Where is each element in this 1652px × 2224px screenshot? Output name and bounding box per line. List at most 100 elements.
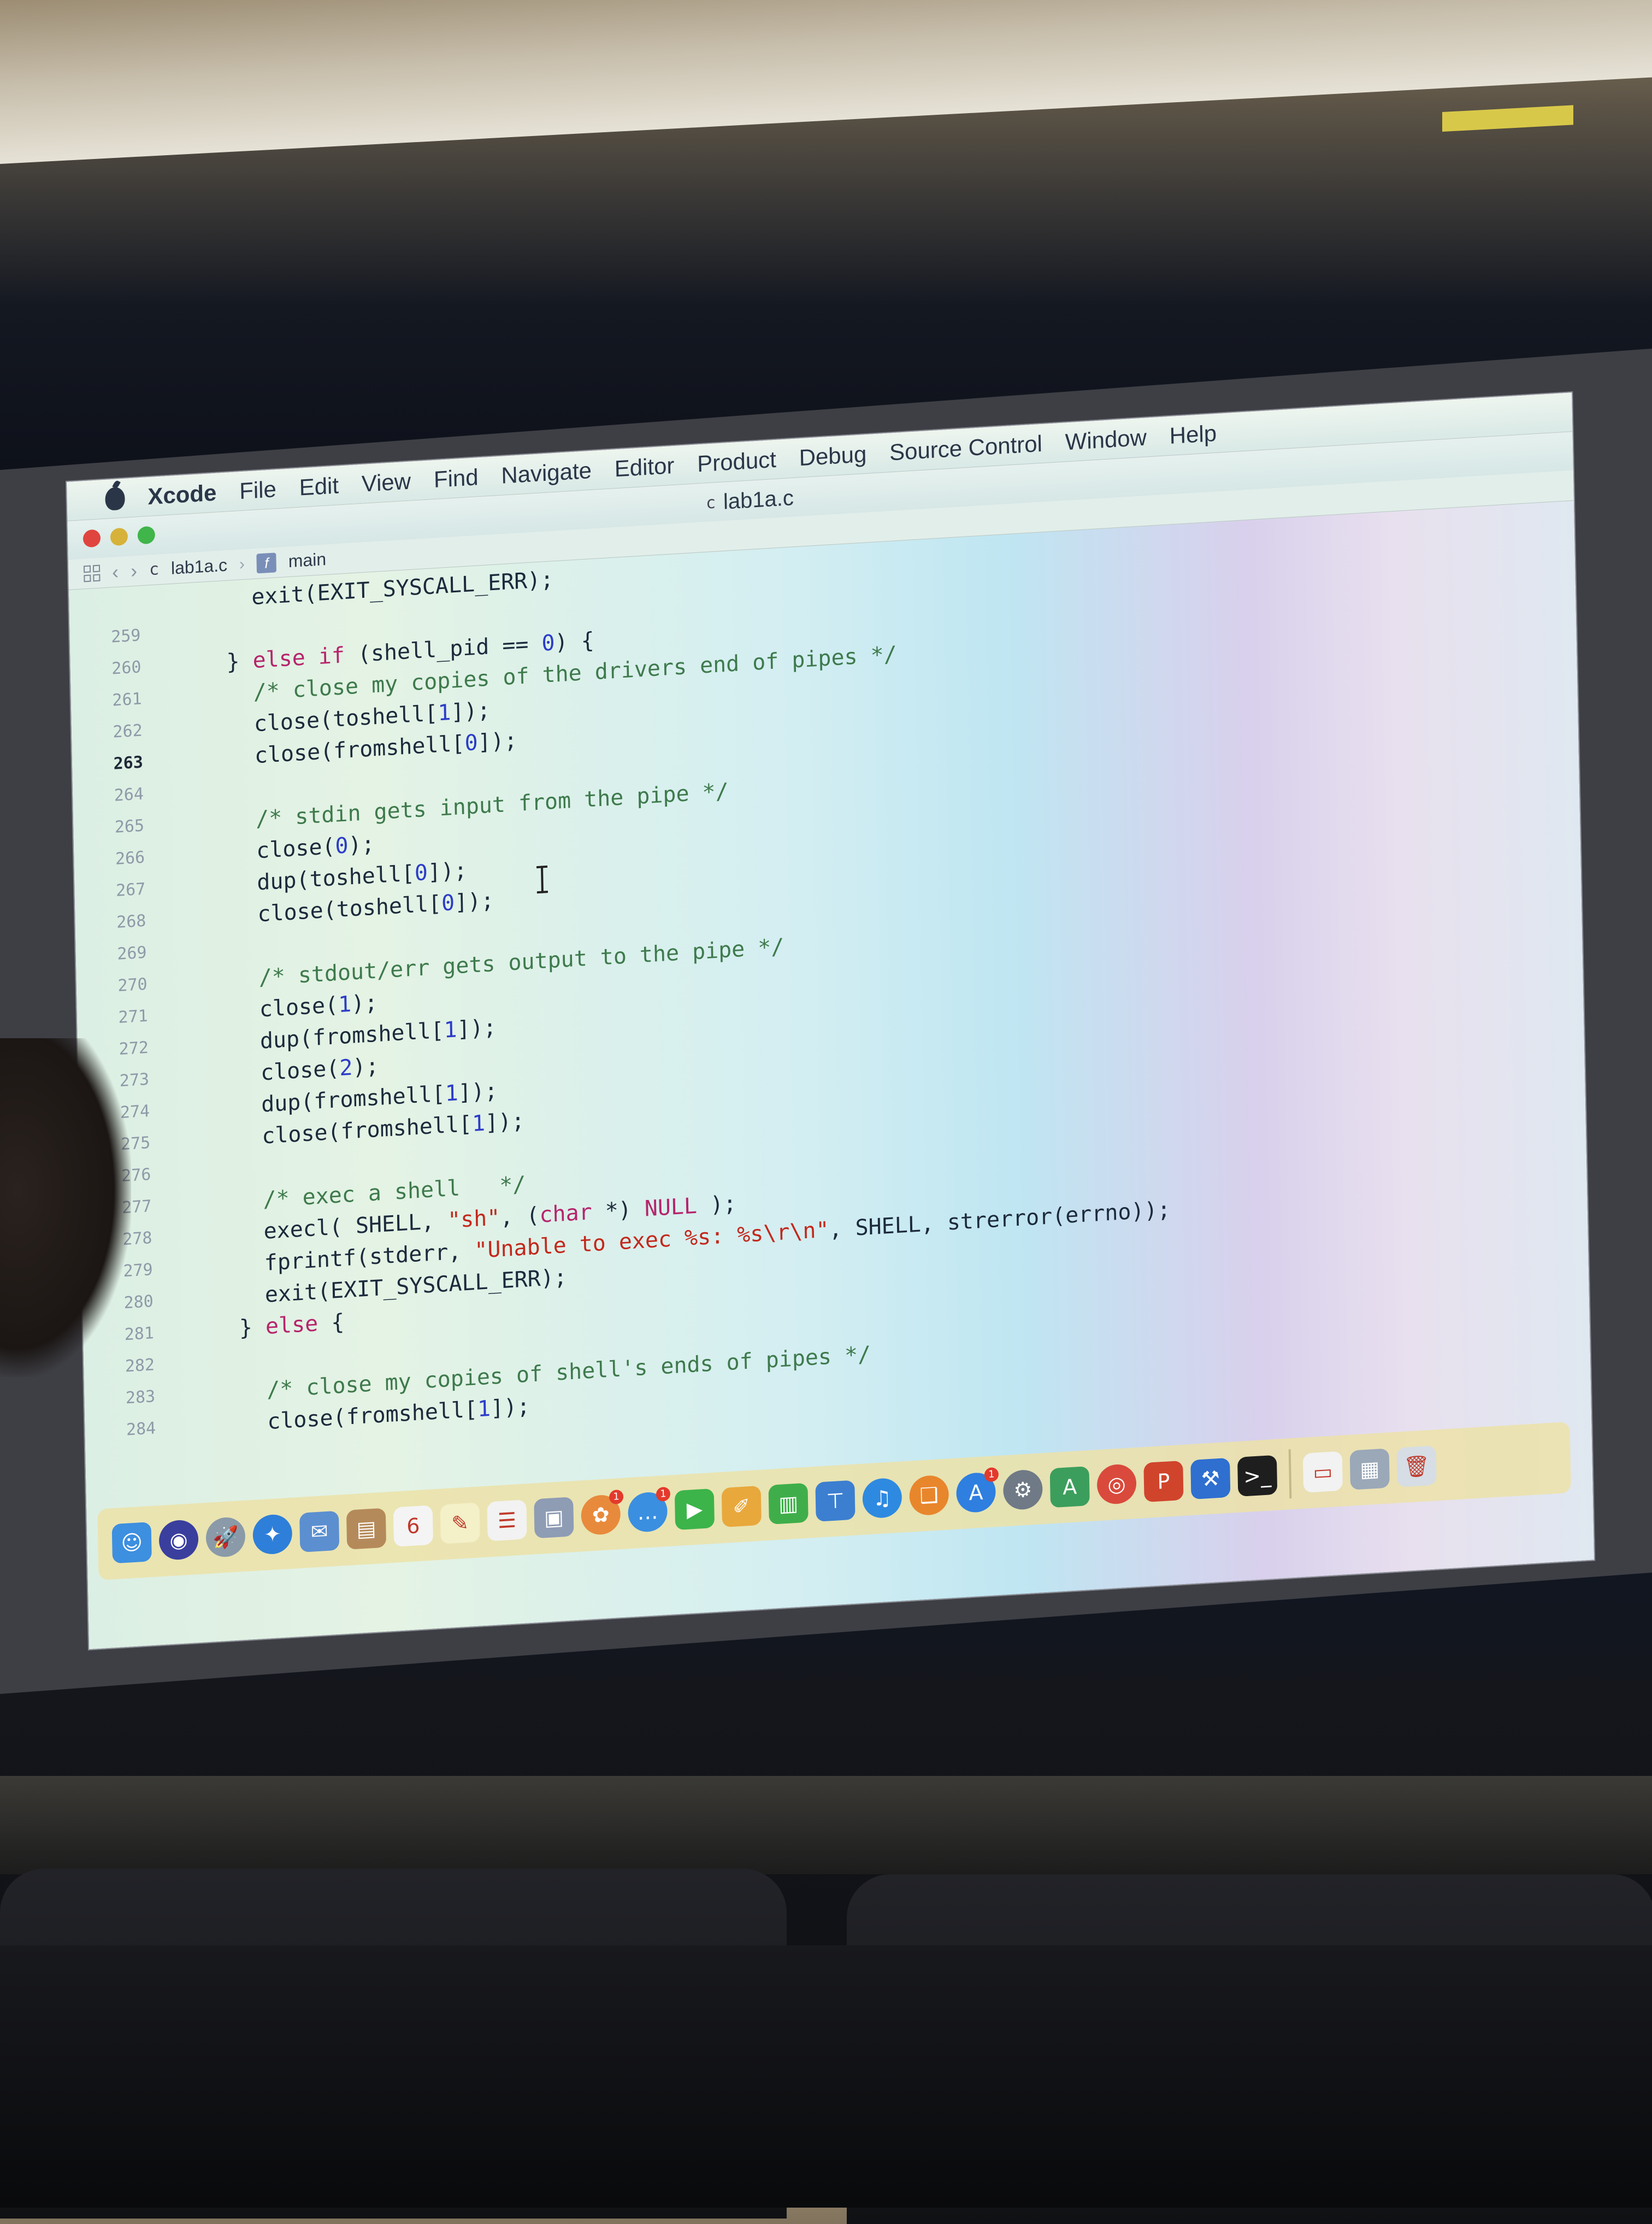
menu-app-name[interactable]: Xcode <box>148 479 217 510</box>
code-token: 1 <box>444 1017 458 1043</box>
facetime-icon[interactable]: ▶ <box>674 1488 715 1531</box>
apple-menu-icon[interactable] <box>105 486 125 511</box>
calendar-icon[interactable]: 6 <box>393 1505 433 1547</box>
dock-glyph: ✿ <box>592 1502 610 1528</box>
photos-icon[interactable]: ✿ 1 <box>581 1489 624 1536</box>
minimize-window-button[interactable] <box>110 527 128 546</box>
code-token: 2 <box>339 1055 353 1081</box>
dock-glyph: ✉ <box>310 1519 328 1544</box>
menu-navigate[interactable]: Navigate <box>501 457 592 489</box>
downloads-folder-icon[interactable]: ▦ <box>1349 1448 1390 1490</box>
safari-icon[interactable]: ✦ <box>252 1513 293 1556</box>
line-number: 261 <box>112 689 142 710</box>
line-number: 265 <box>114 816 145 837</box>
line-number: 269 <box>117 943 147 964</box>
function-symbol-icon: f <box>256 552 277 574</box>
code-token: ); <box>697 1191 737 1219</box>
menu-find[interactable]: Find <box>433 464 478 493</box>
c-file-icon: c <box>705 493 716 513</box>
notes-icon[interactable]: ✎ <box>440 1502 480 1544</box>
pages-icon[interactable]: ✐ <box>721 1485 762 1528</box>
code-token: ]); <box>485 1108 525 1136</box>
launchpad-icon[interactable]: 🚀 <box>205 1516 246 1558</box>
line-number: 260 <box>111 657 141 679</box>
line-number: 270 <box>117 974 148 996</box>
finder-icon[interactable]: ☺ <box>111 1522 152 1564</box>
dock-glyph: 🚀 <box>212 1524 239 1550</box>
menu-source-control[interactable]: Source Control <box>889 430 1043 466</box>
menu-view[interactable]: View <box>361 468 411 497</box>
person-head <box>0 1038 131 1377</box>
powerpoint-icon[interactable]: P <box>1143 1460 1184 1503</box>
code-token: 0 <box>464 730 479 756</box>
front-seat-row <box>0 1945 1652 2208</box>
code-token: ]); <box>450 697 491 725</box>
code-token: ]); <box>458 1078 498 1106</box>
keynote-icon[interactable]: ⊤ <box>815 1480 856 1522</box>
code-token: "sh" <box>447 1205 500 1233</box>
dock-glyph: ☰ <box>497 1508 517 1533</box>
code-token: ); <box>352 1053 379 1080</box>
preview-icon[interactable]: ▣ <box>534 1497 574 1539</box>
notification-badge: 1 <box>609 1489 624 1505</box>
code-token: ); <box>351 990 378 1017</box>
dock-glyph: ♫ <box>872 1485 892 1511</box>
projected-screen: Xcode File Edit View Find Navigate Edito… <box>66 391 1596 1651</box>
dock-glyph: ▭ <box>1313 1459 1333 1485</box>
terminal-icon[interactable]: >_ <box>1237 1455 1278 1497</box>
dock-glyph: ▦ <box>1359 1456 1380 1482</box>
app-store-icon[interactable]: A1 <box>955 1467 999 1514</box>
xcode-icon[interactable]: ⚒ <box>1190 1457 1231 1500</box>
code-token: 1 <box>437 699 451 726</box>
ibooks-icon[interactable]: ❑ <box>909 1474 949 1516</box>
line-number: 271 <box>118 1006 149 1028</box>
chrome-icon[interactable]: ◎ <box>1096 1463 1137 1505</box>
back-arrow-icon[interactable]: ‹ <box>112 560 119 584</box>
dock-glyph: 6 <box>406 1513 420 1539</box>
menu-product[interactable]: Product <box>697 446 776 477</box>
mail-icon[interactable]: ✉ <box>299 1510 340 1552</box>
dock-glyph: ▤ <box>356 1516 376 1541</box>
menu-editor[interactable]: Editor <box>614 452 674 482</box>
notification-badge: 1 <box>984 1467 999 1482</box>
itunes-icon[interactable]: ♫ <box>862 1477 902 1519</box>
messages-icon[interactable]: … 1 <box>627 1486 671 1533</box>
dock-glyph: >_ <box>1243 1463 1272 1489</box>
code-token: else <box>265 1311 318 1340</box>
dock-glyph: ◉ <box>169 1527 188 1553</box>
trash-icon[interactable]: 🗑 <box>1396 1445 1437 1487</box>
related-items-grid-icon[interactable] <box>83 564 101 582</box>
code-token: 0 <box>541 630 555 656</box>
numbers-icon[interactable]: ▥ <box>768 1482 809 1525</box>
breadcrumb-separator-icon: › <box>239 555 245 573</box>
dock-glyph: ✐ <box>732 1493 751 1519</box>
reminders-icon[interactable]: ☰ <box>487 1499 527 1541</box>
close-window-button[interactable] <box>82 529 101 548</box>
ceiling <box>0 0 1652 164</box>
siri-icon[interactable]: ◉ <box>158 1519 199 1561</box>
line-number: 266 <box>115 848 145 869</box>
menu-edit[interactable]: Edit <box>299 472 339 501</box>
system-preferences-icon[interactable]: ⚙ <box>1002 1469 1043 1511</box>
dock-glyph: … <box>637 1499 658 1525</box>
code-token: ); <box>348 831 375 858</box>
code-token: } <box>186 1314 266 1344</box>
menu-debug[interactable]: Debug <box>799 440 866 470</box>
breadcrumb-file[interactable]: lab1a.c <box>171 555 228 579</box>
breadcrumb-symbol[interactable]: main <box>288 549 326 572</box>
contacts-icon[interactable]: ▤ <box>346 1508 387 1550</box>
line-number: 268 <box>116 911 146 932</box>
zoom-window-button[interactable] <box>137 526 156 545</box>
dock-glyph: ▣ <box>544 1505 564 1531</box>
code-token: 1 <box>338 991 352 1018</box>
document-icon[interactable]: ▭ <box>1302 1451 1343 1493</box>
code-editor[interactable]: exit(EXIT_SYSCALL_ERR); 259 260 } else if … <box>69 501 1591 1498</box>
menu-file[interactable]: File <box>239 476 276 504</box>
menu-help[interactable]: Help <box>1169 420 1217 449</box>
menu-window[interactable]: Window <box>1065 424 1147 455</box>
code-token: 1 <box>471 1110 486 1137</box>
code-token: ) { <box>554 628 595 656</box>
forward-arrow-icon[interactable]: › <box>131 559 138 583</box>
android-studio-icon[interactable]: A <box>1049 1466 1090 1508</box>
